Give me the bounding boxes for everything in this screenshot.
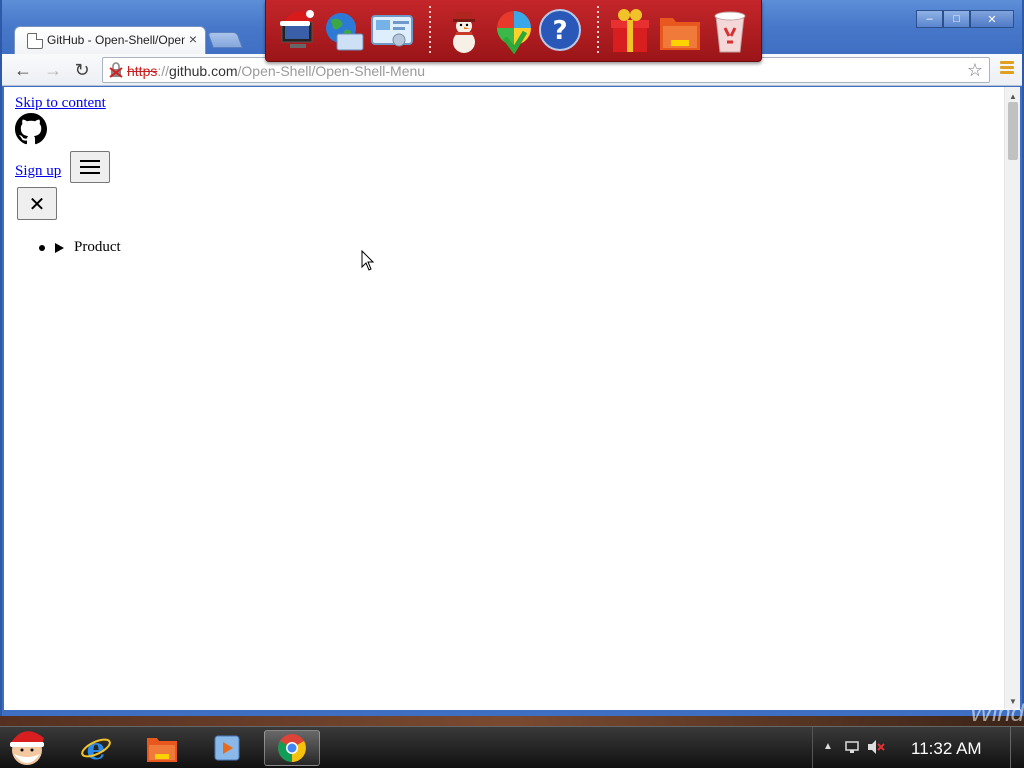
scroll-up-icon[interactable]: ▲ [1005, 89, 1020, 103]
url-host: github.com [169, 63, 238, 79]
skip-to-content-link[interactable]: Skip to content [15, 95, 106, 112]
new-tab-button[interactable] [207, 32, 243, 48]
desktop-background [0, 716, 1024, 726]
taskbar-ie[interactable]: e [68, 730, 124, 766]
volume-muted-icon[interactable] [867, 739, 885, 755]
network-icon[interactable] [845, 740, 859, 754]
santa-dock-toolbar: ? [265, 0, 762, 62]
vertical-scrollbar[interactable]: ▲ ▼ [1004, 87, 1020, 710]
folder-icon[interactable] [657, 6, 703, 54]
taskbar-explorer[interactable] [134, 730, 190, 766]
github-logo-icon[interactable] [15, 113, 47, 145]
tab-title: GitHub - Open-Shell/Open-Shell-Menu [47, 33, 185, 47]
help-icon[interactable]: ? [537, 6, 583, 54]
gift-icon[interactable] [607, 6, 653, 54]
page-icon [27, 33, 43, 49]
show-desktop-button[interactable] [1010, 727, 1024, 768]
mouse-cursor-icon [361, 250, 375, 271]
color-wheel-icon[interactable] [491, 6, 537, 54]
close-window-button[interactable]: ✕ [970, 10, 1014, 28]
list-bullet [39, 244, 45, 251]
toolbar-separator [597, 6, 599, 56]
globe-icon[interactable] [321, 6, 367, 54]
minimize-button[interactable]: – [916, 10, 943, 28]
chrome-icon [278, 734, 306, 762]
svg-text:e: e [86, 732, 105, 764]
control-panel-icon[interactable] [369, 6, 415, 54]
toolbar-separator [429, 6, 431, 56]
recycle-bin-icon[interactable] [707, 6, 753, 54]
chrome-menu-icon[interactable] [1000, 61, 1014, 77]
url-text[interactable]: https://github.com/Open-Shell/Open-Shell… [127, 63, 425, 79]
reload-button[interactable]: ↻ [71, 59, 93, 81]
back-button[interactable]: ← [12, 59, 34, 81]
snowman-icon[interactable] [441, 6, 487, 54]
window-controls: – □ ✕ [916, 10, 1014, 28]
forward-button[interactable]: → [42, 59, 64, 81]
taskbar: e ▲ 11:32 AM [0, 726, 1024, 768]
clock[interactable]: 11:32 AM [911, 739, 982, 759]
tab-close-icon[interactable]: × [189, 31, 197, 47]
windows-watermark: Wind [969, 700, 1024, 727]
url-separator: :// [157, 63, 170, 79]
maximize-button[interactable]: □ [943, 10, 970, 28]
browser-window: GitHub - Open-Shell/Open-Shell-Menu × – … [0, 0, 1024, 716]
computer-santa-hat-icon[interactable] [276, 6, 322, 54]
taskbar-media[interactable] [199, 730, 255, 766]
bookmark-star-icon[interactable]: ☆ [967, 60, 983, 81]
insecure-lock-icon[interactable] [109, 62, 123, 78]
scroll-thumb[interactable] [1008, 102, 1018, 160]
show-hidden-icons-icon[interactable]: ▲ [823, 741, 833, 752]
menu-toggle-button[interactable] [70, 151, 110, 183]
url-scheme: https [127, 63, 158, 79]
sign-up-link[interactable]: Sign up [15, 163, 61, 180]
tab-github[interactable]: GitHub - Open-Shell/Open-Shell-Menu × [14, 26, 206, 54]
taskbar-chrome[interactable] [264, 730, 320, 766]
internet-explorer-icon: e [81, 732, 111, 764]
media-player-icon [214, 735, 240, 761]
svg-text:?: ? [552, 16, 567, 46]
system-tray: ▲ 11:32 AM [812, 727, 1024, 768]
nav-item-product[interactable]: Product [74, 239, 121, 255]
url-path: /Open-Shell/Open-Shell-Menu [237, 63, 426, 79]
page-viewport: Skip to content Sign up ✕ Product ▲ ▼ [4, 87, 1020, 710]
start-santa-icon[interactable] [2, 728, 52, 768]
close-menu-button[interactable]: ✕ [17, 187, 57, 220]
file-explorer-icon [147, 738, 177, 762]
disclosure-triangle-icon[interactable] [55, 242, 64, 253]
nav-list: Product [39, 239, 121, 256]
